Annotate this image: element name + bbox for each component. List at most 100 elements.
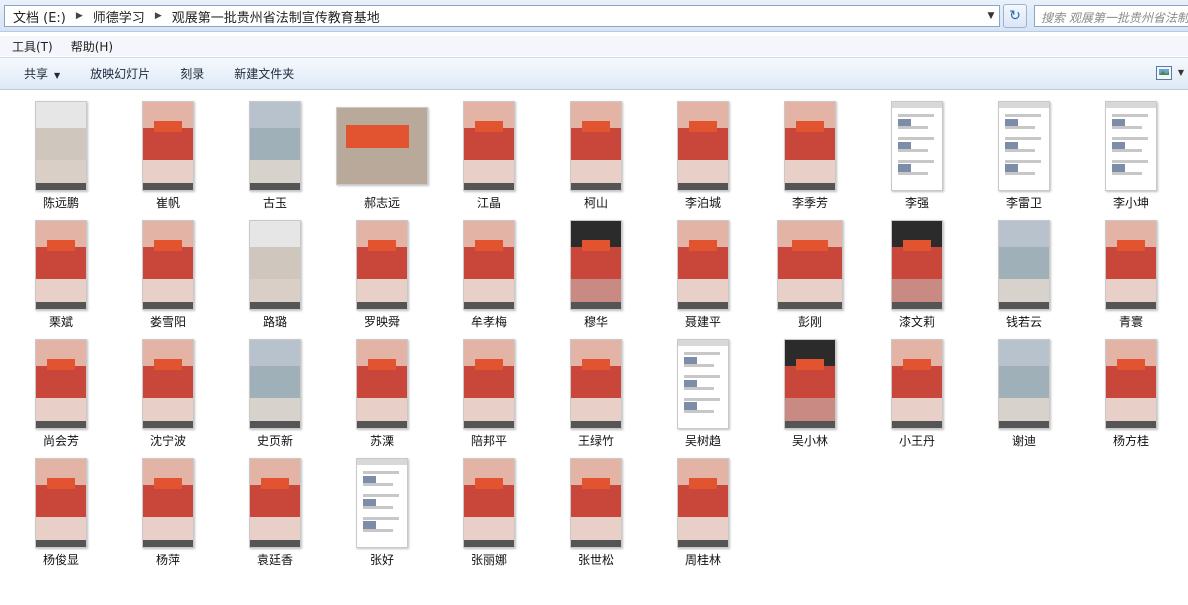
file-thumbnail[interactable] [1105, 339, 1157, 429]
burn-button[interactable]: 刻录 [180, 65, 204, 82]
menu-tools[interactable]: 工具(T) [10, 37, 55, 56]
breadcrumb-folder[interactable]: 师德学习 [91, 7, 147, 26]
file-thumbnail[interactable] [784, 101, 836, 191]
file-thumbnail[interactable] [998, 220, 1050, 310]
file-thumbnail[interactable] [891, 339, 943, 429]
file-item[interactable]: 张好 [329, 451, 435, 571]
breadcrumb-drive[interactable]: 文档 (E:) [11, 7, 68, 26]
thumbnail-wall [143, 366, 193, 399]
slideshow-button[interactable]: 放映幻灯片 [90, 65, 150, 82]
file-item[interactable]: 栗斌 [8, 213, 114, 333]
file-thumbnail[interactable] [1105, 220, 1157, 310]
file-item[interactable]: 袁廷香 [222, 451, 328, 571]
file-item[interactable]: 史页新 [222, 332, 328, 452]
file-item[interactable]: 李泊城 [650, 94, 756, 214]
file-item[interactable]: 李强 [864, 94, 970, 214]
file-thumbnail[interactable] [463, 339, 515, 429]
file-item[interactable]: 聂建平 [650, 213, 756, 333]
breadcrumb-current[interactable]: 观展第一批贵州省法制宣传教育基地 [170, 7, 382, 26]
file-thumbnail[interactable] [570, 458, 622, 548]
file-item[interactable]: 沈宁波 [115, 332, 221, 452]
file-item[interactable]: 小王丹 [864, 332, 970, 452]
file-thumbnail[interactable] [249, 101, 301, 191]
file-item[interactable]: 张丽娜 [436, 451, 542, 571]
file-item[interactable]: 陈远鹏 [8, 94, 114, 214]
file-thumbnail[interactable] [784, 339, 836, 429]
file-item[interactable]: 李小坤 [1078, 94, 1184, 214]
file-item[interactable]: 尚会芳 [8, 332, 114, 452]
file-item[interactable]: 漆文莉 [864, 213, 970, 333]
file-item[interactable]: 柯山 [543, 94, 649, 214]
file-thumbnail[interactable] [249, 220, 301, 310]
file-thumbnail[interactable] [570, 101, 622, 191]
view-icon[interactable] [1156, 66, 1172, 80]
file-thumbnail[interactable] [677, 220, 729, 310]
new-folder-button[interactable]: 新建文件夹 [234, 65, 294, 82]
file-item[interactable]: 杨萍 [115, 451, 221, 571]
file-item[interactable]: 杨方桂 [1078, 332, 1184, 452]
chevron-down-icon[interactable]: ▼ [982, 5, 1000, 27]
file-item[interactable]: 娄雪阳 [115, 213, 221, 333]
file-thumbnail[interactable] [336, 107, 428, 185]
file-item[interactable]: 张世松 [543, 451, 649, 571]
file-thumbnail[interactable] [142, 339, 194, 429]
file-item[interactable]: 周桂林 [650, 451, 756, 571]
file-thumbnail[interactable] [142, 101, 194, 191]
file-thumbnail[interactable] [142, 220, 194, 310]
file-thumbnail[interactable] [463, 458, 515, 548]
file-thumbnail[interactable] [1105, 101, 1157, 191]
chevron-right-icon[interactable]: ▶ [151, 11, 166, 21]
file-thumbnail[interactable] [677, 101, 729, 191]
file-thumbnail[interactable] [677, 339, 729, 429]
chevron-right-icon[interactable]: ▶ [72, 11, 87, 21]
file-item[interactable]: 青寰 [1078, 213, 1184, 333]
file-item[interactable]: 彭刚 [757, 213, 863, 333]
file-item[interactable]: 陪邦平 [436, 332, 542, 452]
file-item[interactable]: 郝志远 [329, 94, 435, 214]
file-item[interactable]: 钱若云 [971, 213, 1077, 333]
file-thumbnail[interactable] [463, 220, 515, 310]
file-thumbnail[interactable] [249, 458, 301, 548]
file-item[interactable]: 崔帆 [115, 94, 221, 214]
refresh-button[interactable]: ↻ [1003, 4, 1027, 28]
file-thumbnail[interactable] [356, 339, 408, 429]
thumbnail-floor [357, 398, 407, 421]
file-thumbnail[interactable] [35, 220, 87, 310]
file-item[interactable]: 穆华 [543, 213, 649, 333]
file-thumbnail[interactable] [777, 220, 843, 310]
file-item[interactable]: 吴小林 [757, 332, 863, 452]
file-thumbnail[interactable] [356, 458, 408, 548]
file-thumbnail[interactable] [249, 339, 301, 429]
file-thumbnail[interactable] [998, 101, 1050, 191]
file-item[interactable]: 古玉 [222, 94, 328, 214]
share-button[interactable]: 共享 ▼ [24, 65, 60, 82]
file-item[interactable]: 李雷卫 [971, 94, 1077, 214]
search-input[interactable]: 搜索 观展第一批贵州省法制宣传教育基地 [1034, 5, 1188, 27]
menu-help[interactable]: 帮助(H) [69, 37, 115, 56]
file-thumbnail[interactable] [356, 220, 408, 310]
file-thumbnail[interactable] [677, 458, 729, 548]
file-item[interactable]: 杨俊显 [8, 451, 114, 571]
file-item[interactable]: 罗映舜 [329, 213, 435, 333]
file-item[interactable]: 谢迪 [971, 332, 1077, 452]
file-item[interactable]: 牟孝梅 [436, 213, 542, 333]
file-thumbnail[interactable] [998, 339, 1050, 429]
file-thumbnail[interactable] [35, 339, 87, 429]
file-item[interactable]: 王绿竹 [543, 332, 649, 452]
file-item[interactable]: 路璐 [222, 213, 328, 333]
file-item[interactable]: 苏溧 [329, 332, 435, 452]
file-thumbnail[interactable] [891, 220, 943, 310]
file-item[interactable]: 江晶 [436, 94, 542, 214]
file-thumbnail[interactable] [570, 339, 622, 429]
file-thumbnail[interactable] [142, 458, 194, 548]
file-thumbnail[interactable] [35, 458, 87, 548]
file-thumbnail[interactable] [891, 101, 943, 191]
chevron-down-icon[interactable]: ▼ [1178, 68, 1184, 77]
file-item[interactable]: 吴树趋 [650, 332, 756, 452]
address-bar[interactable]: 文档 (E:) ▶ 师德学习 ▶ 观展第一批贵州省法制宣传教育基地 [4, 5, 1000, 27]
file-name: 苏溧 [369, 434, 394, 448]
file-thumbnail[interactable] [463, 101, 515, 191]
file-thumbnail[interactable] [570, 220, 622, 310]
file-thumbnail[interactable] [35, 101, 87, 191]
file-item[interactable]: 李季芳 [757, 94, 863, 214]
